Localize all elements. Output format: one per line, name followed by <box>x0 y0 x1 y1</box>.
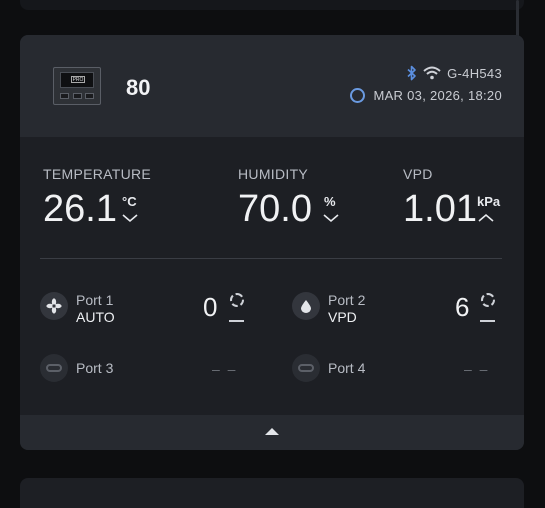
port-name: Port 1 <box>76 292 114 308</box>
humidifier-drop-icon <box>292 292 320 320</box>
last-update: MAR 03, 2026, 18:20 <box>350 88 502 103</box>
metric-temperature[interactable]: TEMPERATURE 26.1 °C <box>43 166 203 230</box>
connection-status: G-4H543 <box>407 65 502 81</box>
metric-value: 70.0 <box>238 188 312 230</box>
thumbnail-label: PRO <box>71 76 85 83</box>
port-1[interactable]: Port 1 AUTO 0 <box>40 292 250 328</box>
port-level: – – <box>464 361 490 377</box>
port-level: – – <box>212 361 238 377</box>
metric-value: 26.1 <box>43 188 117 230</box>
controller-header[interactable]: PRO 80 G-4H543 MAR 03, 2026, 18:20 <box>20 35 524 137</box>
chevron-up-icon <box>478 213 494 222</box>
port-3[interactable]: Port 3 – – <box>40 354 250 382</box>
loading-icon <box>230 293 244 307</box>
timestamp: MAR 03, 2026, 18:20 <box>373 88 502 103</box>
previous-card-edge <box>20 0 524 10</box>
controller-card: PRO 80 G-4H543 MAR 03, 2026, 18:20 TEMPE… <box>20 35 524 450</box>
loading-icon <box>481 293 495 307</box>
port-level: 0 <box>203 292 218 322</box>
collapse-button[interactable] <box>20 415 524 450</box>
metric-label: HUMIDITY <box>238 166 309 182</box>
chevron-up-icon <box>265 428 279 435</box>
port-name: Port 3 <box>76 360 114 376</box>
level-underline <box>229 320 244 322</box>
level-underline <box>480 320 495 322</box>
port-4[interactable]: Port 4 – – <box>292 354 502 382</box>
metric-label: TEMPERATURE <box>43 166 152 182</box>
device-id: G-4H543 <box>447 65 502 81</box>
unplugged-icon <box>40 354 68 382</box>
metric-value: 1.01 <box>403 188 477 230</box>
metric-label: VPD <box>403 166 433 182</box>
divider <box>40 258 502 259</box>
port-mode: VPD <box>328 309 357 325</box>
metric-unit: kPa <box>477 194 501 209</box>
chevron-down-icon <box>323 214 339 223</box>
device-name: 80 <box>126 75 151 100</box>
controller-thumbnail: PRO <box>53 67 101 105</box>
metric-vpd[interactable]: VPD 1.01 kPa <box>403 166 513 230</box>
port-level: 6 <box>455 292 470 322</box>
next-controller-card[interactable] <box>20 478 524 508</box>
port-name: Port 2 <box>328 292 366 308</box>
chevron-down-icon <box>122 214 138 223</box>
wifi-icon <box>423 66 441 80</box>
metric-humidity[interactable]: HUMIDITY 70.0 % <box>238 166 388 230</box>
unplugged-icon <box>292 354 320 382</box>
metric-unit: °C <box>122 194 137 209</box>
bluetooth-icon <box>407 65 416 81</box>
port-name: Port 4 <box>328 360 366 376</box>
port-mode: AUTO <box>76 309 115 325</box>
fan-icon <box>40 292 68 320</box>
clock-icon <box>350 88 366 103</box>
metric-unit: % <box>324 194 336 209</box>
port-2[interactable]: Port 2 VPD 6 <box>292 292 502 328</box>
